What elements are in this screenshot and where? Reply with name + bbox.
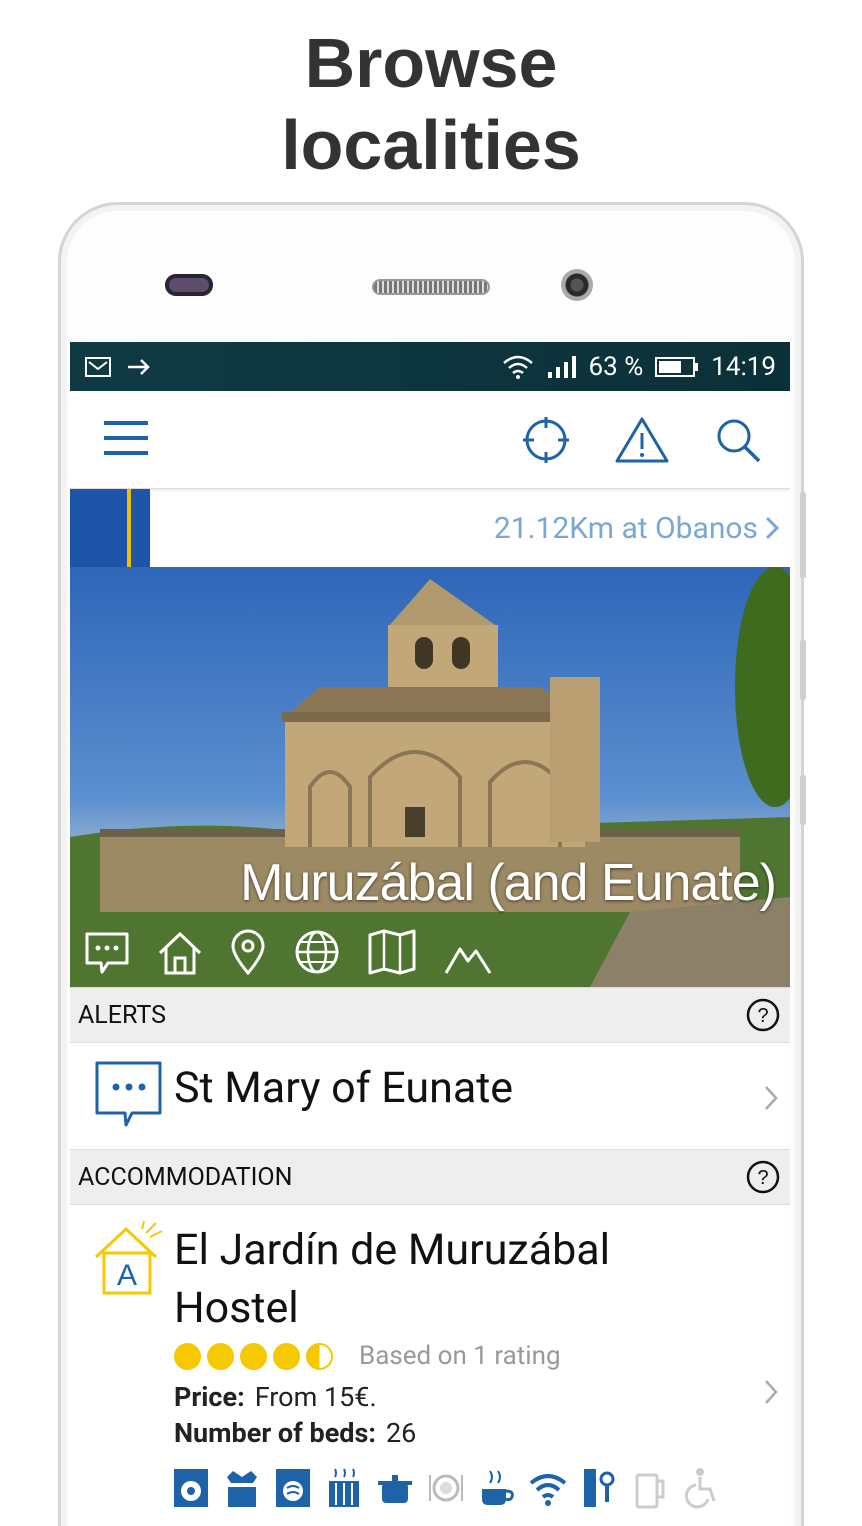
region-flag bbox=[70, 489, 150, 567]
accommodation-section-header: ACCOMMODATION ? bbox=[70, 1149, 790, 1205]
phone-camera bbox=[561, 269, 593, 301]
app-screen: 63 % 14:19 21.12Km at Obanos Muruzábal (… bbox=[70, 342, 790, 1526]
accommodation-section-label: ACCOMMODATION bbox=[78, 1162, 293, 1192]
chat-alert-icon bbox=[95, 1061, 162, 1127]
beds-line: Number of beds: 26 bbox=[174, 1417, 776, 1449]
home-icon[interactable] bbox=[158, 931, 202, 975]
chevron-right-icon bbox=[765, 516, 780, 540]
services-icons bbox=[172, 1467, 776, 1509]
price-line: Price: From 15€. bbox=[174, 1381, 776, 1413]
app-toolbar bbox=[70, 391, 790, 489]
warning-button[interactable] bbox=[610, 408, 674, 472]
star-full bbox=[273, 1342, 300, 1370]
battery-icon bbox=[655, 356, 699, 377]
help-icon[interactable]: ? bbox=[746, 1160, 780, 1194]
alert-title: St Mary of Eunate bbox=[174, 1063, 514, 1113]
phone-side-button bbox=[800, 492, 806, 578]
distance-link[interactable]: 21.12Km at Obanos bbox=[494, 511, 780, 546]
star-full bbox=[240, 1342, 267, 1370]
pin-icon[interactable] bbox=[230, 929, 266, 975]
beds-label: Number of beds: bbox=[174, 1417, 376, 1449]
locality-shortcuts bbox=[84, 929, 492, 975]
search-button[interactable] bbox=[706, 408, 770, 472]
locality-title: Muruzábal (and Eunate) bbox=[240, 854, 777, 912]
alerts-section-label: ALERTS bbox=[78, 1000, 166, 1030]
globe-icon[interactable] bbox=[294, 929, 340, 975]
phone-sensor bbox=[165, 274, 213, 296]
wifi-icon bbox=[502, 355, 533, 379]
svg-text:A: A bbox=[117, 1259, 137, 1292]
mountain-icon[interactable] bbox=[444, 943, 492, 975]
distance-text: 21.12Km at Obanos bbox=[493, 510, 758, 546]
bar-icon bbox=[635, 1473, 665, 1509]
status-bar: 63 % 14:19 bbox=[70, 342, 790, 391]
rating-stars: Based on 1 rating bbox=[174, 1341, 776, 1371]
washing-machine-icon bbox=[174, 1469, 208, 1507]
locker-icon bbox=[584, 1469, 615, 1507]
accessibility-icon bbox=[684, 1468, 716, 1509]
price-label: Price: bbox=[174, 1381, 245, 1413]
price-value: From 15€. bbox=[254, 1381, 377, 1413]
accommodation-item[interactable]: A El Jardín de Muruzábal Hostel Based on… bbox=[70, 1205, 790, 1526]
accommodation-title: El Jardín de Muruzábal Hostel bbox=[174, 1225, 611, 1333]
kitchen-pot-icon bbox=[378, 1475, 412, 1503]
status-time: 14:19 bbox=[711, 351, 776, 382]
accommodation-details: El Jardín de Muruzábal Hostel Based on 1… bbox=[174, 1221, 776, 1526]
chevron-right-icon bbox=[765, 1380, 778, 1404]
forward-notification-icon bbox=[128, 358, 150, 375]
location-bar[interactable]: 21.12Km at Obanos bbox=[70, 489, 790, 567]
beds-value: 26 bbox=[386, 1417, 417, 1449]
menu-button[interactable] bbox=[104, 418, 148, 462]
laundry-basket-icon bbox=[227, 1471, 257, 1507]
locality-hero-image: Muruzábal (and Eunate) bbox=[70, 567, 790, 987]
phone-side-button bbox=[800, 640, 806, 700]
heating-icon bbox=[329, 1468, 359, 1507]
star-full bbox=[174, 1342, 201, 1370]
promo-headline: Browse localities bbox=[281, 24, 581, 184]
hostel-icon: A bbox=[94, 1221, 163, 1295]
svg-text:?: ? bbox=[757, 1005, 768, 1027]
alert-item[interactable]: St Mary of Eunate bbox=[70, 1043, 790, 1149]
locate-icon bbox=[523, 416, 569, 463]
wifi-service-icon bbox=[529, 1474, 567, 1506]
church-illustration bbox=[70, 567, 790, 987]
signal-icon bbox=[547, 355, 576, 378]
warning-icon bbox=[615, 417, 669, 462]
map-icon[interactable] bbox=[368, 929, 416, 975]
chat-icon[interactable] bbox=[84, 931, 130, 975]
menu-icon bbox=[104, 420, 148, 455]
phone-side-button bbox=[800, 775, 806, 825]
alerts-section-header: ALERTS ? bbox=[70, 987, 790, 1043]
chevron-right-icon bbox=[765, 1086, 778, 1110]
phone-speaker bbox=[372, 279, 490, 295]
star-full bbox=[207, 1342, 234, 1370]
star-half bbox=[306, 1342, 333, 1370]
rating-count: Based on 1 rating bbox=[359, 1341, 561, 1371]
svg-text:?: ? bbox=[757, 1167, 768, 1189]
locate-button[interactable] bbox=[514, 408, 578, 472]
help-icon[interactable]: ? bbox=[746, 998, 780, 1032]
dryer-icon bbox=[276, 1469, 310, 1507]
battery-percent: 63 % bbox=[588, 351, 644, 382]
mail-notification-icon bbox=[85, 356, 111, 377]
search-icon bbox=[717, 419, 761, 462]
dining-icon bbox=[429, 1474, 463, 1502]
coffee-icon bbox=[482, 1470, 514, 1505]
